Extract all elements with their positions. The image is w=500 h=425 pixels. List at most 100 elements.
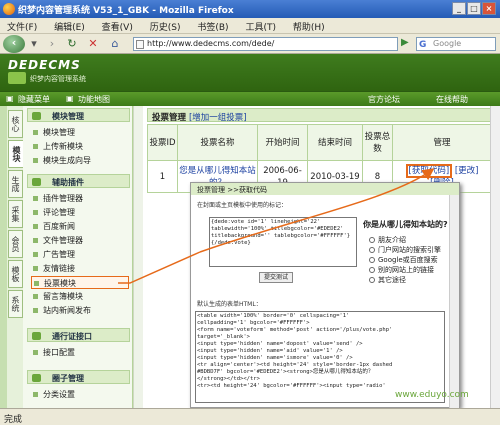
group-plugins[interactable]: 辅助插件	[27, 174, 130, 188]
group-label: 模块管理	[52, 112, 84, 121]
tab-module[interactable]: 模块	[8, 140, 23, 168]
feature-map-link[interactable]: 功能地图	[78, 94, 110, 105]
sidebar-item-interface-config[interactable]: 接口配置	[31, 346, 129, 359]
sidebar-item-baidu-news[interactable]: 百度新闻	[31, 220, 129, 233]
address-bar[interactable]: http://www.dedecms.com/dede/	[133, 37, 398, 51]
stop-icon[interactable]: ✕	[85, 36, 101, 52]
tab-collect[interactable]: 采集	[8, 200, 23, 228]
forum-link[interactable]: 官方论坛	[368, 94, 400, 105]
popup-scrollbar[interactable]	[449, 195, 459, 408]
sidebar-item-label: 分类设置	[43, 390, 75, 399]
radio-icon	[369, 247, 375, 253]
preview-option[interactable]: 别的网站上的链接	[369, 265, 434, 275]
menu-history[interactable]: 历史(S)	[143, 18, 188, 33]
tab-member[interactable]: 会员	[8, 230, 23, 258]
sidebar-item-label: 接口配置	[43, 348, 75, 357]
feature-map-icon: ▣	[66, 94, 74, 103]
navigation-toolbar: ‹ ▾ › ↻ ✕ ⌂ http://www.dedecms.com/dede/…	[0, 34, 500, 54]
sidebar-item-label: 百度新闻	[43, 222, 75, 231]
menu-edit[interactable]: 编辑(E)	[47, 18, 92, 33]
maximize-button[interactable]: □	[467, 2, 481, 15]
sidebar-item-category-settings[interactable]: 分类设置	[31, 388, 129, 401]
page-icon	[136, 40, 144, 49]
sidebar-item-plugin-manager[interactable]: 插件管理器	[31, 192, 129, 205]
tab-system[interactable]: 系统	[8, 290, 23, 318]
menu-file[interactable]: 文件(F)	[0, 18, 44, 33]
help-link[interactable]: 在线帮助	[436, 94, 468, 105]
group-passport[interactable]: 通行证接口	[27, 328, 130, 342]
popup-label-html: 默认生成的表单HTML：	[197, 301, 262, 308]
sidebar-item-label: 评论管理	[43, 208, 75, 217]
left-edge-strip	[0, 106, 7, 408]
sidebar-item-site-news[interactable]: 站内新闻发布	[31, 304, 129, 317]
google-icon: G	[419, 40, 427, 50]
sidebar-item-label: 广告管理	[43, 250, 75, 259]
tab-generate[interactable]: 生成	[8, 170, 23, 198]
popup-title: 投票管理 >>获取代码	[191, 183, 459, 195]
sidebar-item-module-manage[interactable]: 模块管理	[31, 126, 129, 139]
folder-icon	[32, 332, 41, 340]
reload-icon[interactable]: ↻	[64, 36, 80, 52]
logo-subtitle: 织梦内容管理系统	[30, 75, 86, 83]
page-scrollbar[interactable]	[490, 106, 500, 408]
bullet-icon	[33, 238, 38, 243]
sidebar-item-label: 文件管理器	[43, 236, 83, 245]
sidebar-item-guestbook[interactable]: 留言簿模块	[31, 290, 129, 303]
history-dropdown-icon[interactable]: ▾	[28, 36, 40, 52]
vertical-tabs: 核心 模块 生成 采集 会员 模板 系统	[7, 106, 23, 408]
sidebar-item-upload-module[interactable]: 上传新模块	[31, 140, 129, 153]
col-id: 投票ID	[147, 124, 178, 161]
bullet-icon	[33, 266, 38, 271]
menu-view[interactable]: 查看(V)	[95, 18, 140, 33]
preview-option[interactable]: Google或百度搜索	[369, 255, 438, 265]
radio-icon	[369, 237, 375, 243]
close-button[interactable]: ×	[482, 2, 496, 15]
sidebar-item-label: 留言簿模块	[43, 292, 83, 301]
preview-option[interactable]: 其它途径	[369, 275, 406, 285]
col-name: 投票名称	[177, 124, 258, 161]
cms-toolbar: ▣ 隐藏菜单 ▣ 功能地图 官方论坛 在线帮助	[0, 92, 500, 106]
sidebar-item-module-wizard[interactable]: 模块生成向导	[31, 154, 129, 167]
tag-code-textarea[interactable]: {dede:vote id='1' lineheight='22' tablew…	[209, 217, 357, 267]
edit-link[interactable]: [更改]	[455, 166, 479, 176]
get-code-link[interactable]: [获取代码]	[405, 163, 453, 178]
page-title: 投票管理	[152, 113, 187, 123]
bullet-icon	[33, 294, 38, 299]
menu-bookmarks[interactable]: 书签(B)	[190, 18, 235, 33]
sidebar-item-file-manager[interactable]: 文件管理器	[31, 234, 129, 247]
minimize-button[interactable]: _	[452, 2, 466, 15]
cms-header: DEDECMS 织梦内容管理系统	[0, 54, 500, 92]
sidebar-item-links[interactable]: 友情链接	[31, 262, 129, 275]
preview-option[interactable]: 朋友介绍	[369, 235, 406, 245]
sidebar-item-label: 站内新闻发布	[43, 306, 91, 315]
search-placeholder: Google	[433, 39, 462, 48]
test-submit-button[interactable]: 提交测试	[259, 272, 293, 283]
tab-template[interactable]: 模板	[8, 260, 23, 288]
col-end: 结束时间	[307, 124, 363, 161]
go-arrow-icon[interactable]: ▶	[401, 37, 413, 51]
sidebar-scrollbar[interactable]	[133, 106, 143, 408]
bullet-icon	[33, 144, 38, 149]
cell-id: 1	[147, 160, 178, 193]
hide-menu-link[interactable]: 隐藏菜单	[18, 94, 50, 105]
preview-option[interactable]: 门户网站的搜索引擎	[369, 245, 441, 255]
group-module-manage[interactable]: 模块管理	[27, 108, 130, 122]
menu-tools[interactable]: 工具(T)	[238, 18, 283, 33]
home-icon[interactable]: ⌂	[106, 36, 124, 52]
folder-icon	[32, 112, 41, 120]
radio-icon	[369, 267, 375, 273]
window-titlebar: 织梦内容管理系统 V53_1_GBK - Mozilla Firefox _ □…	[0, 0, 500, 18]
sidebar-item-comments[interactable]: 评论管理	[31, 206, 129, 219]
add-vote-link[interactable]: [增加一组投票]	[189, 113, 247, 123]
address-text: http://www.dedecms.com/dede/	[147, 39, 275, 48]
sidebar-item-vote-module[interactable]: 投票模块	[31, 276, 129, 289]
search-input[interactable]: G Google	[416, 37, 496, 51]
menu-help[interactable]: 帮助(H)	[286, 18, 332, 33]
vote-manage-header: 投票管理 [增加一组投票]	[147, 108, 492, 123]
bullet-icon	[33, 252, 38, 257]
tab-core[interactable]: 核心	[8, 110, 23, 138]
sidebar-item-ads[interactable]: 广告管理	[31, 248, 129, 261]
group-circle[interactable]: 圈子管理	[27, 370, 130, 384]
forward-button[interactable]: ›	[44, 36, 60, 52]
back-button[interactable]: ‹	[3, 35, 25, 53]
